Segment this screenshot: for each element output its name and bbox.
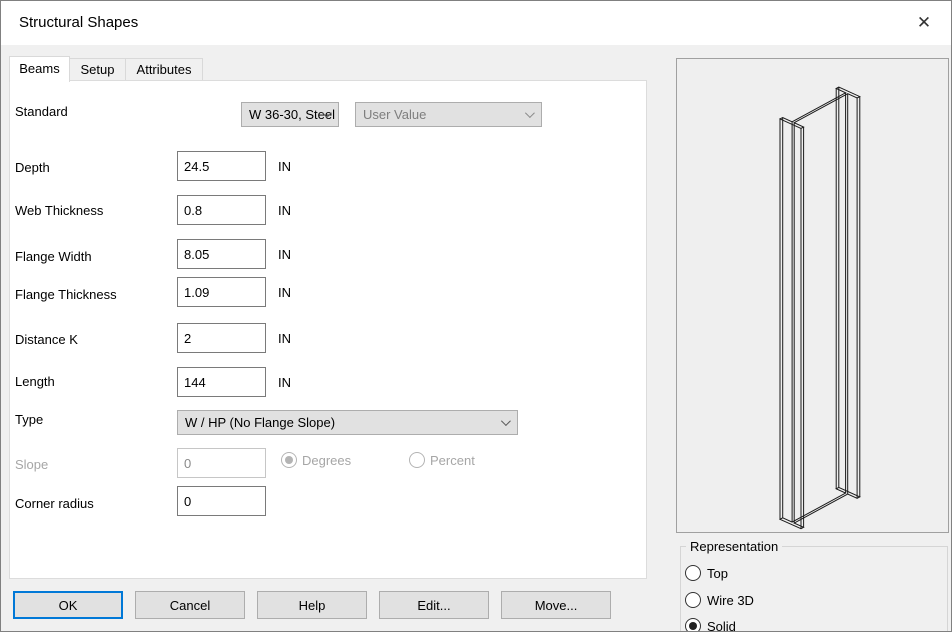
- degrees-radio: [281, 452, 297, 468]
- length-unit: IN: [278, 375, 291, 390]
- standard-label: Standard: [15, 104, 68, 119]
- structural-shapes-dialog: Structural Shapes ✕ Beams Setup Attribut…: [0, 0, 952, 632]
- titlebar: Structural Shapes ✕: [1, 1, 951, 45]
- user-value-dropdown-value: User Value: [363, 107, 426, 122]
- representation-group-label: Representation: [686, 539, 782, 554]
- flange-width-unit: IN: [278, 247, 291, 262]
- move-button[interactable]: Move...: [501, 591, 611, 619]
- percent-radio: [409, 452, 425, 468]
- edit-button[interactable]: Edit...: [379, 591, 489, 619]
- degrees-radio-label: Degrees: [302, 453, 351, 468]
- chevron-down-icon: [525, 108, 535, 118]
- tab-beams-label: Beams: [19, 61, 59, 76]
- type-dropdown-value: W / HP (No Flange Slope): [185, 415, 335, 430]
- wire-3d-radio[interactable]: [685, 592, 701, 608]
- length-field[interactable]: [177, 367, 266, 397]
- beam-preview-panel: [676, 58, 949, 533]
- chevron-down-icon: [501, 416, 511, 426]
- depth-unit: IN: [278, 159, 291, 174]
- help-button[interactable]: Help: [257, 591, 367, 619]
- web-thickness-field[interactable]: [177, 195, 266, 225]
- solid-radio-label: Solid: [707, 619, 736, 632]
- tab-beams[interactable]: Beams: [9, 56, 70, 82]
- solid-radio[interactable]: [685, 618, 701, 632]
- distance-k-unit: IN: [278, 331, 291, 346]
- beam-wireframe-drawing: [677, 59, 948, 532]
- top-radio[interactable]: [685, 565, 701, 581]
- wire-3d-radio-label: Wire 3D: [707, 593, 754, 608]
- type-label: Type: [15, 412, 43, 427]
- slope-field: [177, 448, 266, 478]
- flange-thickness-field[interactable]: [177, 277, 266, 307]
- distance-k-field[interactable]: [177, 323, 266, 353]
- top-radio-label: Top: [707, 566, 728, 581]
- corner-radius-label: Corner radius: [15, 496, 94, 511]
- flange-width-label: Flange Width: [15, 249, 92, 264]
- depth-field[interactable]: [177, 151, 266, 181]
- dialog-title: Structural Shapes: [19, 14, 138, 31]
- flange-width-field[interactable]: [177, 239, 266, 269]
- corner-radius-field[interactable]: [177, 486, 266, 516]
- web-thickness-unit: IN: [278, 203, 291, 218]
- percent-radio-label: Percent: [430, 453, 475, 468]
- distance-k-label: Distance K: [15, 332, 78, 347]
- tab-attributes-label: Attributes: [137, 62, 192, 77]
- tab-setup[interactable]: Setup: [69, 58, 126, 81]
- tab-attributes[interactable]: Attributes: [125, 58, 203, 81]
- ok-button[interactable]: OK: [13, 591, 123, 619]
- standard-dropdown[interactable]: W 36-30, Steel: [241, 102, 339, 127]
- length-label: Length: [15, 374, 55, 389]
- type-dropdown[interactable]: W / HP (No Flange Slope): [177, 410, 518, 435]
- flange-thickness-label: Flange Thickness: [15, 287, 117, 302]
- cancel-button[interactable]: Cancel: [135, 591, 245, 619]
- user-value-dropdown: User Value: [355, 102, 542, 127]
- standard-dropdown-value: W 36-30, Steel: [249, 107, 335, 122]
- close-icon[interactable]: ✕: [907, 8, 941, 38]
- slope-label: Slope: [15, 457, 48, 472]
- flange-thickness-unit: IN: [278, 285, 291, 300]
- depth-label: Depth: [15, 160, 50, 175]
- beams-tab-page: [9, 80, 647, 579]
- web-thickness-label: Web Thickness: [15, 203, 103, 218]
- tab-setup-label: Setup: [81, 62, 115, 77]
